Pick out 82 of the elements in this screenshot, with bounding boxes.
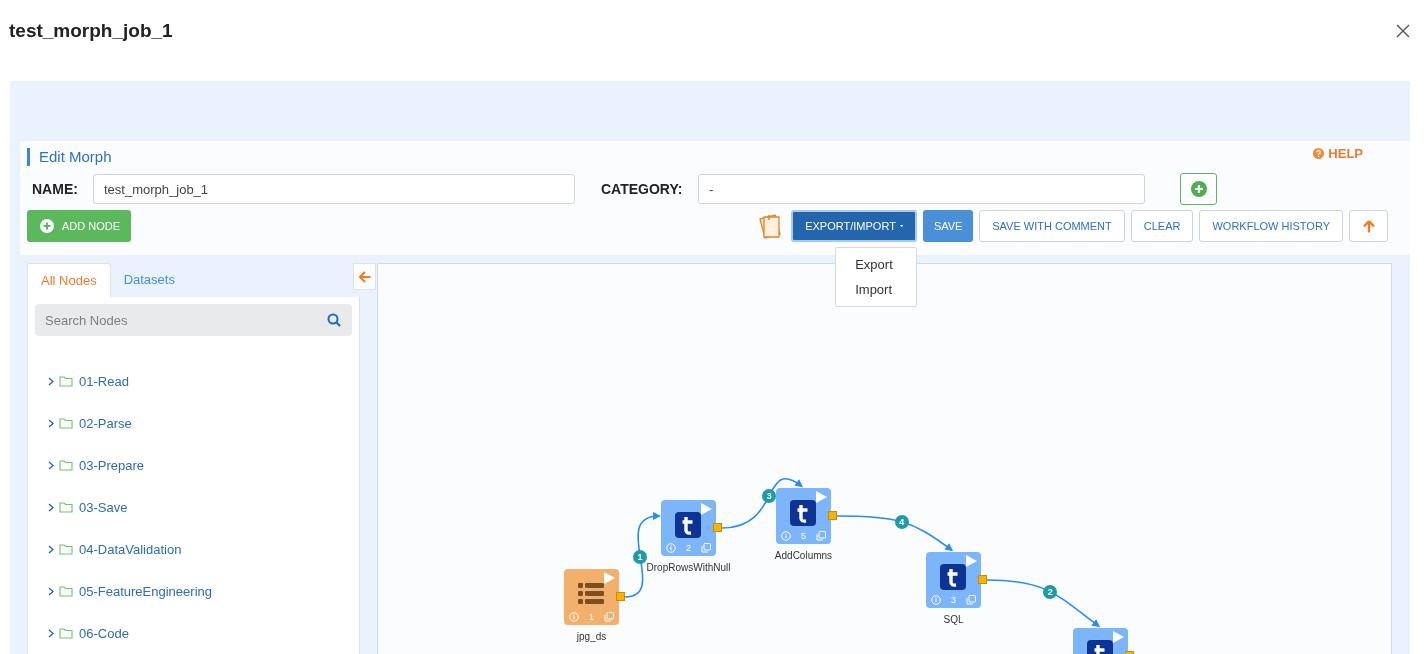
play-icon[interactable] <box>816 491 827 503</box>
copy-icon[interactable] <box>701 543 711 553</box>
node-number: 3 <box>951 595 956 605</box>
folder-icon <box>59 417 73 429</box>
plus-icon <box>1190 181 1207 197</box>
edge-number: 4 <box>894 514 909 529</box>
folder-icon <box>59 627 73 639</box>
folder-item[interactable]: 05-FeatureEngineering <box>48 570 352 612</box>
dropdown-button[interactable]: EXPORT/IMPORT <box>791 210 918 242</box>
chevron-icon <box>48 502 54 512</box>
dialog-title: test_morph_job_1 <box>9 20 173 42</box>
name-label: NAME: <box>31 181 79 197</box>
folder-item[interactable]: 02-Parse <box>48 402 352 444</box>
folder-icon <box>59 459 73 471</box>
menu-item[interactable]: Import <box>836 277 917 302</box>
info-icon[interactable] <box>666 543 676 553</box>
edge-number: 2 <box>1043 584 1058 599</box>
arrow-up-icon <box>1362 219 1375 233</box>
node-number: 5 <box>801 531 806 541</box>
play-icon[interactable] <box>1113 631 1124 643</box>
toolbar-button[interactable]: WORKFLOW HISTORY <box>1199 210 1343 242</box>
node-number: 1 <box>589 612 594 622</box>
info-icon[interactable] <box>781 531 791 541</box>
folder-item[interactable]: 06-Code <box>48 612 352 654</box>
collapse-sidebar-button[interactable] <box>353 263 376 290</box>
folder-item[interactable]: 03-Prepare <box>48 444 352 486</box>
output-port[interactable] <box>828 511 837 520</box>
plus-icon <box>40 219 54 233</box>
chevron-icon <box>48 460 54 470</box>
transform-icon <box>675 512 701 538</box>
toolbar-button[interactable]: SAVE <box>923 210 974 242</box>
chevron-icon <box>48 418 54 428</box>
search-field[interactable]: Search Nodes <box>35 304 352 336</box>
menu-item[interactable]: Export <box>836 252 917 277</box>
copy-icon[interactable] <box>604 612 614 622</box>
chevron-icon <box>48 376 54 386</box>
help-icon <box>1313 147 1325 159</box>
sidebar-tab[interactable]: All Nodes <box>27 263 111 297</box>
add-category-button[interactable] <box>1180 173 1217 205</box>
folder-item[interactable]: 03-Save <box>48 486 352 528</box>
category-field[interactable]: - <box>698 174 1145 204</box>
chevron-icon <box>48 586 54 596</box>
play-icon[interactable] <box>966 555 977 567</box>
transform-icon <box>940 564 966 590</box>
folder-item[interactable]: 04-DataValidation <box>48 528 352 570</box>
scroll-up-button[interactable] <box>1349 210 1388 242</box>
name-field[interactable]: test_morph_job_1 <box>93 174 575 204</box>
info-icon[interactable] <box>931 595 941 605</box>
play-icon[interactable] <box>604 572 615 584</box>
arrow-left-icon <box>358 270 371 283</box>
folder-icon <box>59 375 73 387</box>
sidebar-tab[interactable]: Datasets <box>110 263 188 297</box>
folder-icon <box>59 543 73 555</box>
folder-icon <box>59 585 73 597</box>
category-label: CATEGORY: <box>600 181 684 197</box>
folder-item[interactable]: 01-Read <box>48 360 352 402</box>
section-heading: Edit Morph <box>27 148 112 166</box>
help-link[interactable]: HELP <box>1313 145 1363 161</box>
edge-number: 3 <box>762 488 777 503</box>
edge-number: 1 <box>633 549 648 564</box>
close-icon[interactable] <box>1396 24 1410 38</box>
chevron-icon <box>48 544 54 554</box>
copy-icon[interactable] <box>816 531 826 541</box>
toolbar-button[interactable]: SAVE WITH COMMENT <box>979 210 1125 242</box>
node-number: 2 <box>686 543 691 553</box>
table-icon <box>578 583 604 605</box>
node-label: DropRowsWithNull <box>645 561 732 575</box>
folder-icon <box>59 501 73 513</box>
toolbar-button[interactable]: CLEAR <box>1130 210 1194 242</box>
chevron-icon <box>48 628 54 638</box>
info-icon[interactable] <box>569 612 579 622</box>
output-port[interactable] <box>978 575 987 584</box>
caret-icon <box>899 224 904 228</box>
node-label: jpg_ds <box>575 630 608 644</box>
output-port[interactable] <box>616 592 625 601</box>
node-label: SQL <box>942 613 965 627</box>
play-icon[interactable] <box>701 503 712 515</box>
search-icon[interactable] <box>327 313 341 327</box>
transform-icon <box>790 500 816 526</box>
copy-icon[interactable] <box>966 595 976 605</box>
node-label: AddColumns <box>773 549 834 563</box>
output-port[interactable] <box>713 523 722 532</box>
